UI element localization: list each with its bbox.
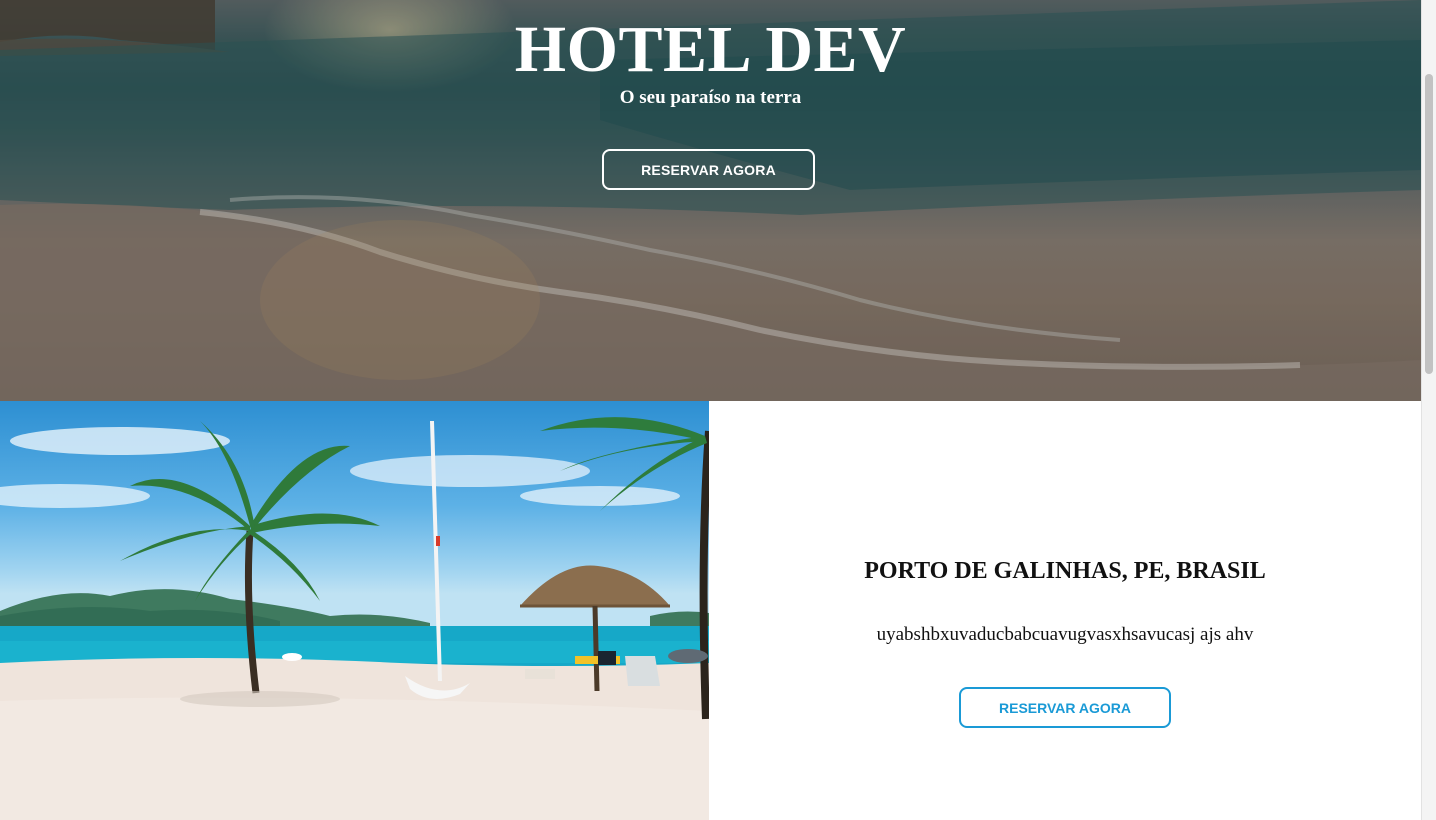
hero-subtitle: O seu paraíso na terra (619, 87, 802, 108)
feature-description: uyabshbxuvaducbabcuavugvasxhsavucasj ajs… (876, 624, 1254, 645)
feature-beach-image (0, 401, 709, 820)
feature-info-panel: PORTO DE GALINHAS, PE, BRASIL uyabshbxuv… (709, 401, 1421, 820)
scrollbar-thumb[interactable] (1425, 74, 1433, 374)
feature-reserve-button[interactable]: RESERVAR AGORA (959, 687, 1171, 728)
hero-section: HOTEL DEV O seu paraíso na terra RESERVA… (0, 0, 1421, 401)
vertical-scrollbar[interactable] (1421, 0, 1436, 820)
hero-title: HOTEL DEV (514, 13, 907, 86)
hero-reserve-button[interactable]: RESERVAR AGORA (602, 149, 815, 190)
feature-title: PORTO DE GALINHAS, PE, BRASIL (864, 558, 1266, 584)
